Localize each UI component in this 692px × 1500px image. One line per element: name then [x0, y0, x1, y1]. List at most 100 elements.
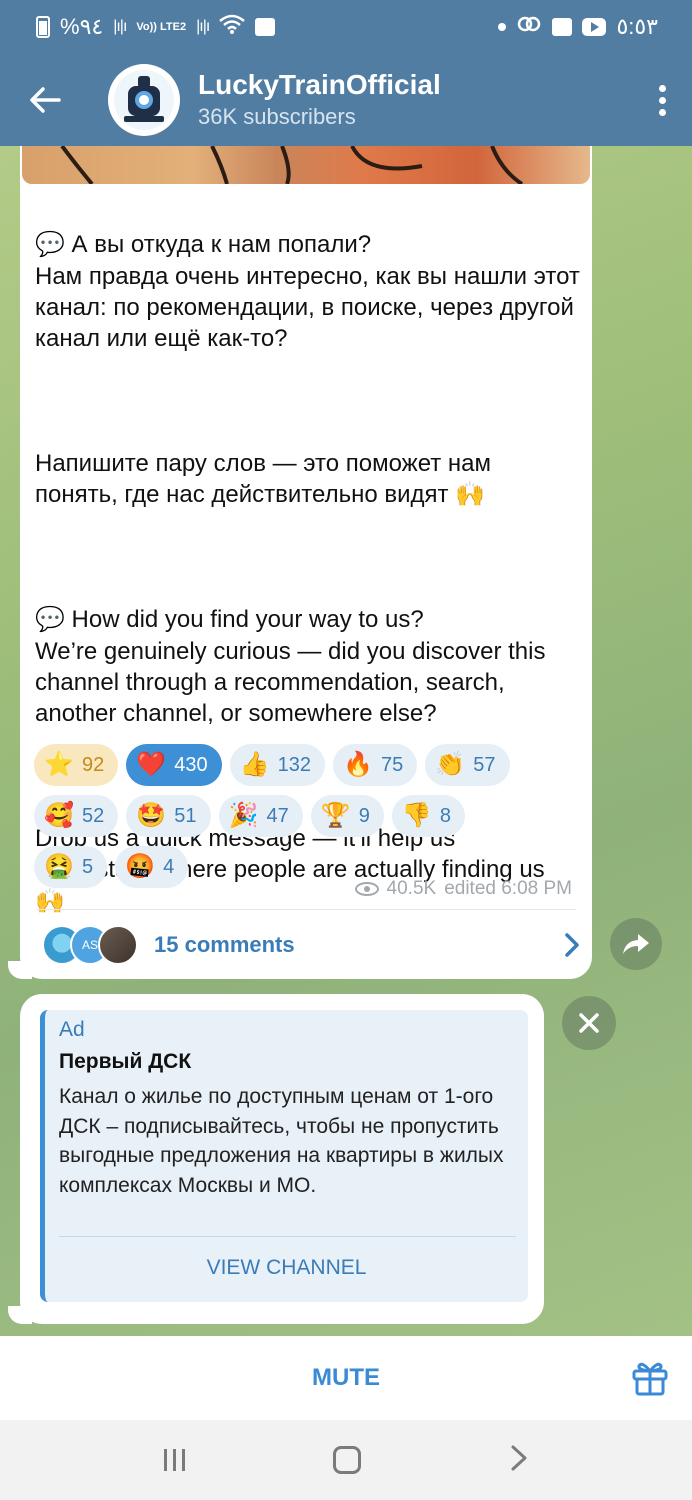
bottom-bar: MUTE — [0, 1336, 692, 1420]
reaction-row: ⭐ 92 ❤️ 430 👍 132 🔥 75 👏 57 — [34, 744, 584, 786]
battery-level: %٩٤ — [60, 14, 104, 39]
thumbs-up-icon: 👍 — [239, 751, 270, 778]
more-options-button[interactable] — [632, 54, 692, 146]
eye-icon — [354, 882, 379, 896]
post-meta: 40.5K edited 6:08 PM — [354, 878, 572, 900]
reaction-count: 57 — [473, 753, 496, 776]
smiling-hearts-icon: 🥰 — [44, 802, 74, 829]
ad-title: Первый ДСК — [59, 1050, 192, 1073]
recents-button[interactable] — [164, 1449, 186, 1471]
reaction-count: 52 — [82, 804, 105, 827]
reaction-row: 🥰 52 🤩 51 🎉 47 🏆 9 👎 8 — [34, 795, 584, 837]
recents-icon — [182, 1449, 186, 1471]
reactions: ⭐ 92 ❤️ 430 👍 132 🔥 75 👏 57 🥰 52 🤩 51 🎉 47 🏆 9 👎 8… — [34, 744, 584, 897]
reaction-count: 75 — [381, 753, 404, 776]
status-bar: %٩٤ |ı|ı Vo)) LTE2 |ı|ı ٥:٥٣ — [0, 0, 692, 54]
reaction-count: 9 — [358, 804, 370, 827]
reaction-fire[interactable]: 🔥 75 — [333, 744, 418, 786]
status-right: ٥:٥٣ — [498, 14, 658, 40]
channel-avatar[interactable] — [108, 64, 180, 136]
reaction-vomit[interactable]: 🤮 5 — [34, 846, 108, 888]
post-text-en-1: 💬 How did you find your way to us? We’re… — [35, 606, 546, 728]
more-vert-icon — [658, 84, 666, 92]
reaction-cursing[interactable]: 🤬 4 — [115, 846, 189, 888]
recents-icon — [173, 1449, 177, 1471]
reaction-count: 8 — [439, 804, 451, 827]
system-nav-bar — [0, 1420, 692, 1500]
post-image[interactable] — [22, 146, 590, 184]
close-ad-button[interactable] — [562, 996, 616, 1050]
reaction-heart[interactable]: ❤️ 430 — [126, 744, 222, 786]
comments-button[interactable]: AS 15 comments — [20, 910, 592, 979]
reaction-thumbs-down[interactable]: 👎 8 — [391, 795, 465, 837]
edited-time: edited 6:08 PM — [444, 878, 572, 899]
ad-bubble: Ad Первый ДСК Канал о жилье по доступным… — [20, 994, 544, 1324]
notification-dot-icon — [498, 23, 507, 31]
channel-title: LuckyTrainOfficial — [198, 69, 441, 100]
thumbs-down-icon: 👎 — [401, 802, 432, 829]
fire-icon: 🔥 — [343, 751, 373, 778]
reaction-star-struck[interactable]: 🤩 51 — [126, 795, 211, 837]
ad-text: Канал о жилье по доступным ценам от 1-ог… — [59, 1085, 504, 1197]
ad-label: Ad — [59, 1018, 85, 1041]
train-logo-icon — [110, 66, 178, 134]
home-button[interactable] — [333, 1446, 362, 1474]
reaction-clap[interactable]: 👏 57 — [425, 744, 510, 786]
star-icon: ⭐ — [44, 751, 74, 778]
signal-icon: |ı|ı — [113, 18, 127, 35]
youtube-icon — [582, 18, 607, 36]
reaction-party[interactable]: 🎉 47 — [218, 795, 303, 837]
chat-header: LuckyTrainOfficial 36K subscribers — [0, 54, 692, 146]
commenter-avatar — [98, 924, 138, 965]
gift-button[interactable] — [630, 1358, 670, 1398]
link-icon — [516, 14, 542, 40]
more-vert-icon-dot — [658, 108, 666, 116]
ad-card[interactable]: Ad Первый ДСК Канал о жилье по доступным… — [40, 1010, 528, 1302]
star-struck-icon: 🤩 — [136, 802, 167, 829]
chevron-right-icon — [552, 932, 592, 958]
back-arrow-icon — [30, 87, 61, 113]
reaction-count: 430 — [174, 753, 208, 776]
subscriber-count: 36K subscribers — [198, 104, 356, 129]
signal-icon-2: |ı|ı — [196, 18, 210, 35]
back-button[interactable] — [0, 54, 90, 146]
sim-icon — [255, 18, 276, 36]
reaction-count: 51 — [174, 804, 197, 827]
trophy-icon: 🏆 — [320, 802, 351, 829]
post-bubble: 💬 А вы откуда к нам попали? Нам правда о… — [20, 146, 592, 979]
reaction-trophy[interactable]: 🏆 9 — [310, 795, 384, 837]
reaction-thumbs-up[interactable]: 👍 132 — [229, 744, 325, 786]
reaction-count: 5 — [82, 855, 94, 878]
vomit-icon: 🤮 — [44, 853, 74, 880]
share-icon — [623, 934, 649, 954]
lte-label: Vo)) LTE2 — [136, 20, 187, 33]
header-title-block[interactable]: LuckyTrainOfficial 36K subscribers — [198, 68, 632, 132]
view-channel-button[interactable]: VIEW CHANNEL — [45, 1256, 528, 1280]
post-text-ru-2: Напишите пару слов — это поможет нам пон… — [35, 450, 492, 509]
mute-button[interactable]: MUTE — [312, 1364, 380, 1392]
back-nav-button[interactable] — [510, 1444, 528, 1477]
status-left: %٩٤ |ı|ı Vo)) LTE2 |ı|ı — [36, 14, 276, 40]
reaction-count: 4 — [163, 855, 175, 878]
share-button[interactable] — [610, 918, 662, 970]
reaction-star[interactable]: ⭐ 92 — [34, 744, 119, 786]
comments-label: 15 comments — [154, 931, 295, 957]
cursing-face-icon: 🤬 — [125, 853, 156, 880]
recents-icon — [164, 1449, 168, 1471]
chat-area[interactable]: 💬 А вы откуда к нам попали? Нам правда о… — [0, 146, 692, 1336]
party-popper-icon: 🎉 — [228, 802, 259, 829]
clap-icon: 👏 — [435, 751, 466, 778]
clock: ٥:٥٣ — [616, 14, 658, 39]
bubble-tail — [8, 961, 32, 979]
close-icon — [579, 1013, 599, 1033]
reaction-smiling-hearts[interactable]: 🥰 52 — [34, 795, 119, 837]
more-vert-icon-dot — [658, 96, 666, 104]
gift-icon — [632, 1362, 668, 1396]
ad-bubble-tail — [8, 1306, 32, 1324]
reaction-count: 132 — [277, 753, 311, 776]
view-count: 40.5K — [386, 878, 437, 899]
heart-icon: ❤️ — [136, 751, 167, 778]
ad-divider — [59, 1236, 516, 1237]
